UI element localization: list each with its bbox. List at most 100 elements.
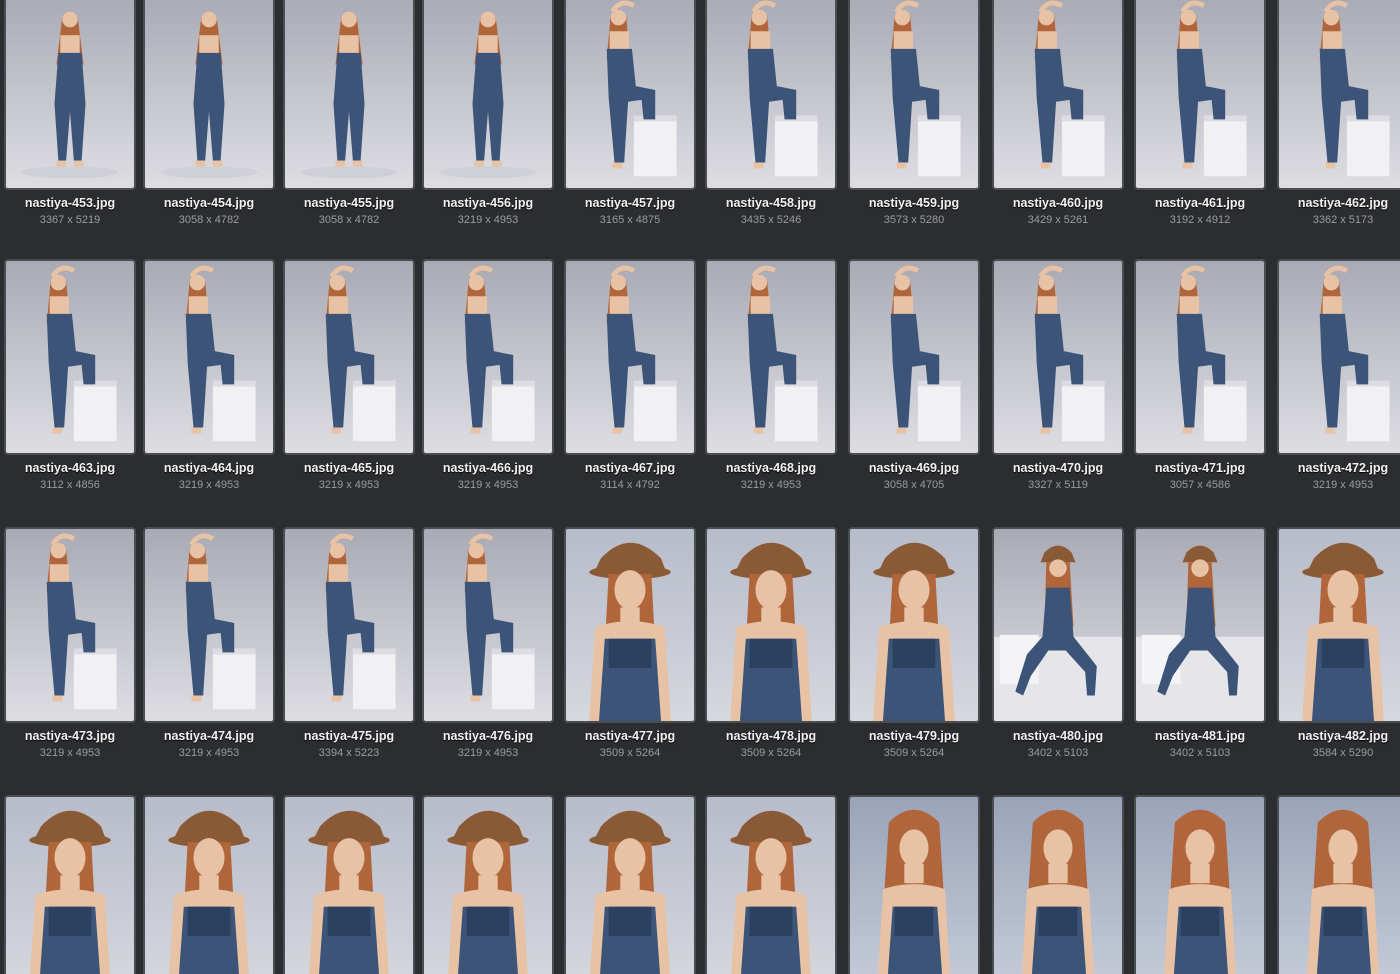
photo-thumbnail-image[interactable] (1277, 795, 1400, 974)
photo-thumbnail-image[interactable] (705, 527, 837, 723)
thumbnail-dimensions: 3509 x 5264 (740, 747, 802, 759)
photo-thumbnail-image[interactable] (1134, 0, 1266, 190)
photo-thumbnail-image[interactable] (848, 527, 980, 723)
thumbnail-dimensions: 3435 x 5246 (740, 214, 802, 226)
photo-thumbnail-image[interactable] (992, 259, 1124, 455)
photo-thumbnail-image[interactable] (143, 795, 275, 974)
photo-thumbnail-image[interactable] (4, 0, 136, 190)
thumbnail-dimensions: 3327 x 5119 (1028, 479, 1088, 491)
photo-thumbnail-image[interactable] (848, 259, 980, 455)
thumbnail-filename: nastiya-460.jpg (1012, 196, 1104, 210)
photo-thumbnail-image[interactable] (848, 795, 980, 974)
photo-thumbnail-image[interactable] (992, 527, 1124, 723)
thumbnail-filename: nastiya-463.jpg (24, 461, 116, 475)
thumbnail-dimensions: 3509 x 5264 (599, 747, 661, 759)
photo-thumbnail-image[interactable] (283, 527, 415, 723)
photo-thumbnail-image[interactable] (1277, 259, 1400, 455)
photo-thumbnail-image[interactable] (1134, 795, 1266, 974)
photo-thumbnail-image[interactable] (422, 259, 554, 455)
photo-thumbnail-image[interactable] (1277, 527, 1400, 723)
thumbnail-dimensions: 3219 x 4953 (178, 479, 240, 491)
photo-thumbnail-image[interactable] (143, 527, 275, 723)
thumbnail-dimensions: 3219 x 4953 (178, 747, 240, 759)
photo-thumbnail-image[interactable] (705, 259, 837, 455)
photo-thumbnail-image[interactable] (422, 0, 554, 190)
thumbnail-dimensions: 3429 x 5261 (1027, 214, 1089, 226)
photo-thumbnail-image[interactable] (4, 795, 136, 974)
thumbnail-dimensions: 3058 x 4782 (318, 214, 380, 226)
thumbnail-filename: nastiya-454.jpg (163, 196, 255, 210)
photo-thumbnail-image[interactable] (283, 0, 415, 190)
thumbnail-dimensions: 3114 x 4792 (600, 479, 660, 491)
thumbnail-dimensions: 3394 x 5223 (318, 747, 380, 759)
photo-thumbnail-image[interactable] (422, 527, 554, 723)
thumbnail-filename: nastiya-467.jpg (584, 461, 676, 475)
thumbnail-dimensions: 3192 x 4912 (1169, 214, 1231, 226)
thumbnail-filename: nastiya-464.jpg (163, 461, 255, 475)
thumbnail-filename: nastiya-475.jpg (303, 729, 395, 743)
photo-thumbnail-image[interactable] (1277, 0, 1400, 190)
thumbnail-dimensions: 3402 x 5103 (1027, 747, 1089, 759)
photo-thumbnail-image[interactable] (564, 259, 696, 455)
thumbnail-filename: nastiya-466.jpg (442, 461, 534, 475)
thumbnail-filename: nastiya-478.jpg (725, 729, 817, 743)
thumbnail-dimensions: 3573 x 5280 (883, 214, 945, 226)
thumbnail-filename: nastiya-457.jpg (584, 196, 676, 210)
thumbnail-dimensions: 3219 x 4953 (457, 214, 519, 226)
photo-thumbnail-image[interactable] (992, 795, 1124, 974)
thumbnail-dimensions: 3509 x 5264 (883, 747, 945, 759)
thumbnail-filename: nastiya-477.jpg (584, 729, 676, 743)
photo-thumbnail-image[interactable] (283, 259, 415, 455)
thumbnail-dimensions: 3058 x 4705 (883, 479, 945, 491)
photo-thumbnail-image[interactable] (564, 795, 696, 974)
photo-thumbnail-image[interactable] (283, 795, 415, 974)
photo-thumbnail-image[interactable] (848, 0, 980, 190)
thumbnail-dimensions: 3219 x 4953 (39, 747, 101, 759)
photo-thumbnail-image[interactable] (4, 259, 136, 455)
thumbnail-filename: nastiya-474.jpg (163, 729, 255, 743)
thumbnail-gallery: nastiya-453.jpg 3367 x 5219 nastiya-454.j… (0, 0, 1400, 974)
thumbnail-filename: nastiya-482.jpg (1297, 729, 1389, 743)
thumbnail-dimensions: 3219 x 4953 (457, 479, 519, 491)
thumbnail-filename: nastiya-465.jpg (303, 461, 395, 475)
thumbnail-dimensions: 3219 x 4953 (318, 479, 380, 491)
thumbnail-filename: nastiya-459.jpg (868, 196, 960, 210)
thumbnail-filename: nastiya-480.jpg (1012, 729, 1104, 743)
photo-thumbnail-image[interactable] (4, 527, 136, 723)
thumbnail-dimensions: 3057 x 4586 (1169, 479, 1231, 491)
thumbnail-dimensions: 3362 x 5173 (1312, 214, 1374, 226)
thumbnail-filename: nastiya-472.jpg (1297, 461, 1389, 475)
thumbnail-dimensions: 3219 x 4953 (1312, 479, 1374, 491)
photo-thumbnail-image[interactable] (143, 259, 275, 455)
thumbnail-filename: nastiya-456.jpg (442, 196, 534, 210)
thumbnail-filename: nastiya-458.jpg (725, 196, 817, 210)
thumbnail-filename: nastiya-473.jpg (24, 729, 116, 743)
thumbnail-filename: nastiya-453.jpg (24, 196, 116, 210)
photo-thumbnail-image[interactable] (564, 0, 696, 190)
thumbnail-filename: nastiya-455.jpg (303, 196, 395, 210)
photo-thumbnail-image[interactable] (143, 0, 275, 190)
thumbnail-filename: nastiya-468.jpg (725, 461, 817, 475)
thumbnail-dimensions: 3402 x 5103 (1169, 747, 1231, 759)
photo-thumbnail-image[interactable] (1134, 527, 1266, 723)
thumbnail-dimensions: 3219 x 4953 (740, 479, 802, 491)
thumbnail-dimensions: 3584 x 5290 (1312, 747, 1374, 759)
thumbnail-filename: nastiya-462.jpg (1297, 196, 1389, 210)
thumbnail-filename: nastiya-471.jpg (1154, 461, 1246, 475)
thumbnail-filename: nastiya-476.jpg (442, 729, 534, 743)
thumbnail-dimensions: 3165 x 4875 (599, 214, 661, 226)
photo-thumbnail-image[interactable] (422, 795, 554, 974)
photo-thumbnail-image[interactable] (1134, 259, 1266, 455)
thumbnail-dimensions: 3058 x 4782 (178, 214, 240, 226)
thumbnail-filename: nastiya-479.jpg (868, 729, 960, 743)
thumbnail-filename: nastiya-469.jpg (868, 461, 960, 475)
thumbnail-dimensions: 3367 x 5219 (39, 214, 101, 226)
photo-thumbnail-image[interactable] (705, 0, 837, 190)
thumbnail-filename: nastiya-470.jpg (1012, 461, 1104, 475)
thumbnail-filename: nastiya-481.jpg (1154, 729, 1246, 743)
thumbnail-filename: nastiya-461.jpg (1154, 196, 1246, 210)
thumbnail-dimensions: 3112 x 4856 (40, 479, 100, 491)
photo-thumbnail-image[interactable] (705, 795, 837, 974)
photo-thumbnail-image[interactable] (992, 0, 1124, 190)
photo-thumbnail-image[interactable] (564, 527, 696, 723)
